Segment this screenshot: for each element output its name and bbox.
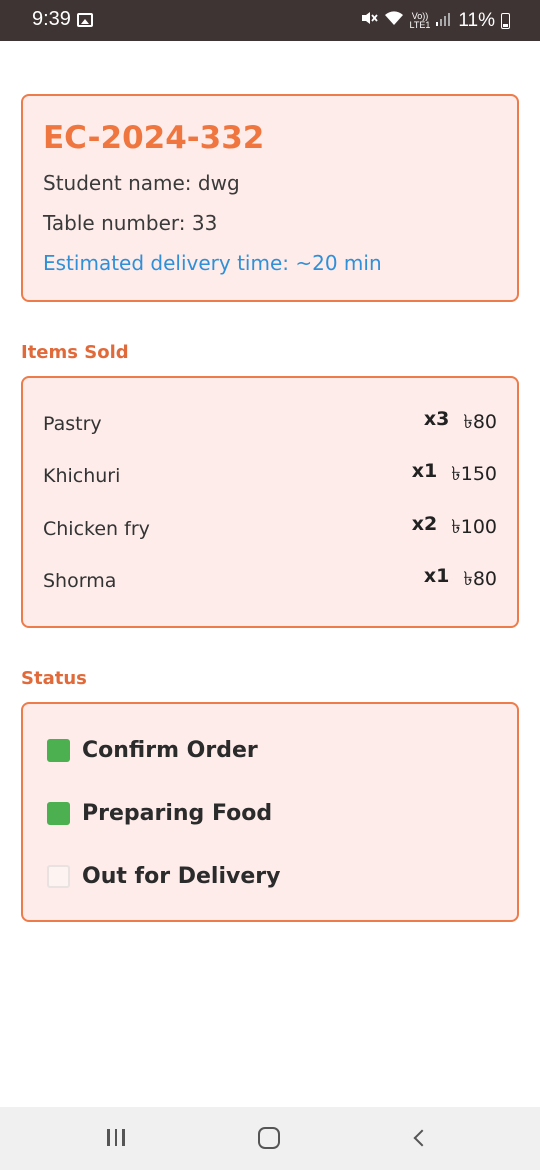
item-price: ৳80	[463, 411, 497, 433]
status-step-preparing-food[interactable]: Preparing Food	[47, 801, 272, 826]
list-item: Shorma x1 ৳80	[43, 565, 497, 595]
item-price: ৳80	[463, 568, 497, 590]
volte-icon: Vo)) LTE1	[409, 11, 431, 30]
wifi-icon	[384, 10, 404, 32]
list-item: Chicken fry x2 ৳100	[43, 513, 497, 543]
status-step-out-for-delivery[interactable]: Out for Delivery	[47, 864, 280, 889]
status-card: Confirm Order Preparing Food Out for Del…	[21, 702, 519, 922]
item-price: ৳100	[451, 516, 497, 538]
estimated-delivery-time: Estimated delivery time: ~20 min	[43, 251, 382, 275]
back-icon[interactable]	[413, 1129, 431, 1147]
checked-checkbox[interactable]	[47, 802, 70, 825]
item-name: Shorma	[43, 570, 117, 592]
unchecked-checkbox[interactable]	[47, 865, 70, 888]
status-step-label: Confirm Order	[82, 738, 258, 763]
status-heading: Status	[21, 668, 87, 689]
mute-icon	[360, 9, 378, 33]
status-icons: Vo)) LTE1 11%	[360, 9, 510, 33]
battery-icon	[501, 13, 510, 29]
items-sold-heading: Items Sold	[21, 342, 129, 363]
order-info-card: EC-2024-332 Student name: dwg Table numb…	[21, 94, 519, 302]
status-step-confirm-order[interactable]: Confirm Order	[47, 738, 258, 763]
table-number: Table number: 33	[43, 211, 218, 235]
item-price: ৳150	[451, 463, 497, 485]
order-id: EC-2024-332	[43, 120, 265, 156]
list-item: Pastry x3 ৳80	[43, 408, 497, 438]
list-item: Khichuri x1 ৳150	[43, 460, 497, 490]
recent-apps-icon[interactable]	[107, 1129, 125, 1146]
battery-percent: 11%	[458, 10, 495, 31]
home-icon[interactable]	[258, 1127, 280, 1149]
clock: 9:39	[32, 8, 71, 30]
student-name: Student name: dwg	[43, 171, 240, 195]
item-name: Khichuri	[43, 465, 121, 487]
status-bar: 9:39 Vo)) LTE1 11%	[0, 0, 540, 41]
gallery-notification-icon	[77, 13, 93, 27]
item-name: Pastry	[43, 413, 102, 435]
item-quantity: x2	[411, 513, 438, 535]
item-quantity: x1	[423, 565, 450, 587]
items-sold-card: Pastry x3 ৳80 Khichuri x1 ৳150 Chicken f…	[21, 376, 519, 628]
signal-icon	[436, 10, 452, 32]
checked-checkbox[interactable]	[47, 739, 70, 762]
item-quantity: x3	[423, 408, 450, 430]
item-quantity: x1	[411, 460, 438, 482]
system-navigation-bar	[0, 1107, 540, 1170]
item-name: Chicken fry	[43, 518, 150, 540]
status-step-label: Preparing Food	[82, 801, 273, 826]
status-step-label: Out for Delivery	[82, 864, 281, 889]
